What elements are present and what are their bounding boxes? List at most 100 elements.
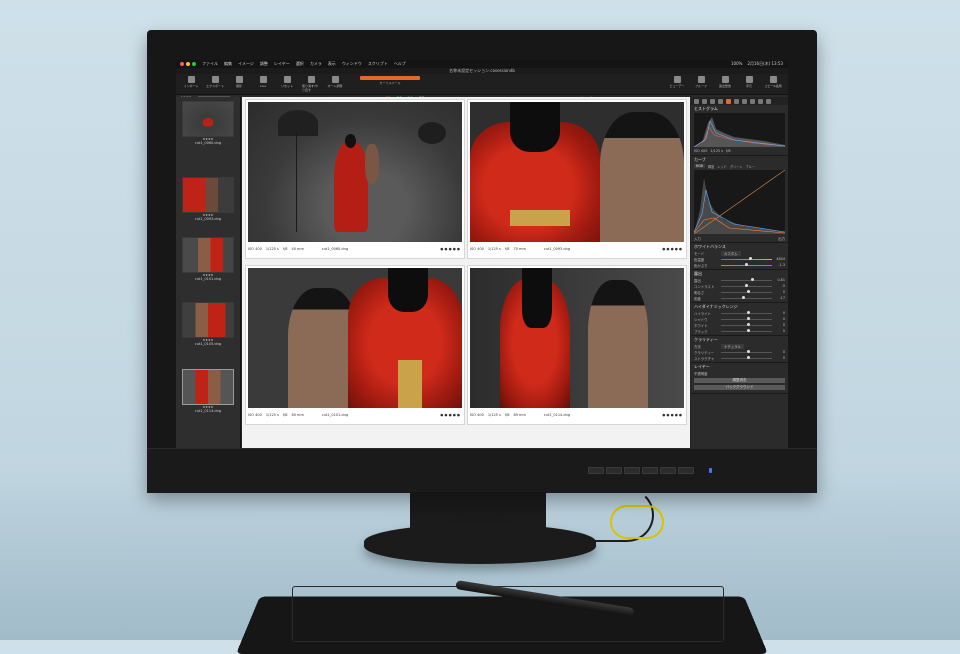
- viewer-button[interactable]: ビューアー: [668, 76, 686, 88]
- shadow-value[interactable]: 0: [775, 317, 785, 321]
- wb-tint-value[interactable]: -1.3: [775, 263, 785, 267]
- import-button[interactable]: インポート: [182, 76, 200, 88]
- brightness-value[interactable]: 0: [775, 290, 785, 294]
- cursor-tools[interactable]: カーソルツール: [350, 76, 430, 85]
- slider-knob[interactable]: [746, 290, 750, 293]
- auto-adjust-button[interactable]: オート調整: [326, 76, 344, 88]
- clarity-method-select[interactable]: ナチュラル: [721, 343, 744, 349]
- exposure-warning-button[interactable]: 露出警告: [716, 76, 734, 88]
- shadow-slider[interactable]: [721, 317, 772, 320]
- slider-knob[interactable]: [746, 350, 750, 353]
- slider-knob[interactable]: [746, 311, 750, 314]
- contrast-value[interactable]: -5: [775, 284, 785, 288]
- wb-kelvin-value[interactable]: 4804: [775, 257, 785, 261]
- thumbnail-selected[interactable]: ★★★★ cut1_0114.dng: [182, 369, 234, 414]
- rating-dots[interactable]: ● ● ● ● ●: [662, 413, 684, 417]
- menu-window[interactable]: ウィンドウ: [342, 61, 362, 67]
- white-value[interactable]: 0: [775, 323, 785, 327]
- details-icon[interactable]: [742, 98, 747, 104]
- menu-adjust[interactable]: 調整: [260, 61, 268, 67]
- output-icon[interactable]: [766, 98, 771, 104]
- thumbnail[interactable]: [182, 101, 234, 137]
- saturation-value[interactable]: -17: [775, 296, 785, 300]
- rating-dots[interactable]: ● ● ● ● ●: [440, 413, 462, 417]
- monitor-button[interactable]: [606, 467, 622, 474]
- exposure-icon[interactable]: [726, 98, 731, 104]
- structure-slider[interactable]: [721, 356, 772, 359]
- power-led[interactable]: [709, 468, 712, 473]
- lens-icon[interactable]: [710, 98, 715, 104]
- white-slider[interactable]: [721, 323, 772, 326]
- minimize-button[interactable]: [186, 62, 190, 66]
- hand-button[interactable]: 手元: [740, 76, 758, 88]
- window-controls[interactable]: [180, 62, 196, 66]
- structure-value[interactable]: 0: [775, 356, 785, 360]
- curve-graph[interactable]: [694, 170, 785, 234]
- clarity-value[interactable]: 0: [775, 350, 785, 354]
- slider-knob[interactable]: [749, 257, 753, 260]
- curve-tab-red[interactable]: レッド: [717, 164, 727, 169]
- wb-kelvin-slider[interactable]: [721, 257, 772, 260]
- thumbnail[interactable]: ★★★★ cut1_0105.dng: [182, 302, 234, 347]
- monitor-button[interactable]: [660, 467, 676, 474]
- metadata-icon[interactable]: [758, 98, 763, 104]
- menu-script[interactable]: スクリプト: [368, 61, 388, 67]
- monitor-button[interactable]: [642, 467, 658, 474]
- slider-knob[interactable]: [746, 317, 750, 320]
- reset-button[interactable]: リセット: [278, 76, 296, 88]
- rating-dots[interactable]: ● ● ● ● ●: [440, 247, 462, 251]
- monitor-button[interactable]: [678, 467, 694, 474]
- thumbnail[interactable]: ★★★★ cut1_0093.dng: [182, 177, 234, 222]
- menu-image[interactable]: イメージ: [238, 61, 254, 67]
- slider-knob[interactable]: [750, 278, 754, 281]
- menu-camera[interactable]: カメラ: [310, 61, 322, 67]
- black-slider[interactable]: [721, 329, 772, 332]
- brightness-slider[interactable]: [721, 290, 772, 293]
- black-value[interactable]: 0: [775, 329, 785, 333]
- capture-icon[interactable]: [702, 98, 707, 104]
- slider-knob[interactable]: [746, 356, 750, 359]
- clarity-slider[interactable]: [721, 350, 772, 353]
- exposure-slider[interactable]: [721, 278, 772, 281]
- viewer-cell[interactable]: ISO 400 1/125 s f/8 40 mm cut1_0060.dng …: [245, 99, 465, 259]
- adjustments-icon[interactable]: [750, 98, 755, 104]
- viewer-cell[interactable]: ISO 400 1/125 s f/8 70 mm cut1_0093.dng …: [467, 99, 687, 259]
- highlight-value[interactable]: 0: [775, 311, 785, 315]
- menu-file[interactable]: ファイル: [202, 61, 218, 67]
- menu-edit[interactable]: 編集: [224, 61, 232, 67]
- thumbnail[interactable]: ★★★★ cut1_0101.dng: [182, 237, 234, 282]
- capture-button[interactable]: 撮影: [230, 76, 248, 88]
- proof-button[interactable]: プルーフ: [692, 76, 710, 88]
- wb-tint-slider[interactable]: [721, 263, 772, 266]
- slider-knob[interactable]: [741, 296, 745, 299]
- copy-apply-button[interactable]: コピー&適用: [764, 76, 782, 88]
- menu-select[interactable]: 選択: [296, 61, 304, 67]
- saturation-slider[interactable]: [721, 296, 772, 299]
- menu-layer[interactable]: レイヤー: [274, 61, 290, 67]
- exposure-value[interactable]: 0.81: [775, 278, 785, 282]
- monitor-button[interactable]: [624, 467, 640, 474]
- export-button[interactable]: エクスポート: [206, 76, 224, 88]
- clear-adjustments-button[interactable]: 調整消去: [694, 378, 785, 383]
- highlight-slider[interactable]: [721, 311, 772, 314]
- thumbnail[interactable]: ★★★★ cut1_0060.dng: [182, 137, 234, 146]
- wb-mode-select[interactable]: カスタム: [721, 250, 741, 256]
- menu-help[interactable]: ヘルプ: [394, 61, 406, 67]
- live-button[interactable]: Live: [254, 76, 272, 88]
- slider-knob[interactable]: [744, 284, 748, 287]
- library-icon[interactable]: [694, 98, 699, 104]
- curve-tab-rgb[interactable]: RGB: [694, 164, 705, 168]
- background-layer[interactable]: バックグラウンド: [694, 385, 785, 390]
- composition-icon[interactable]: [718, 98, 723, 104]
- curve-tab-luma[interactable]: 輝度: [708, 164, 714, 169]
- close-button[interactable]: [180, 62, 184, 66]
- slider-knob[interactable]: [746, 323, 750, 326]
- zoom-button[interactable]: [192, 62, 196, 66]
- contrast-slider[interactable]: [721, 284, 772, 287]
- color-icon[interactable]: [734, 98, 739, 104]
- slider-knob[interactable]: [746, 329, 750, 332]
- curve-tab-blue[interactable]: ブルー: [745, 164, 755, 169]
- rating-dots[interactable]: ● ● ● ● ●: [662, 247, 684, 251]
- curve-tab-green[interactable]: グリーン: [730, 164, 743, 169]
- undo-redo-button[interactable]: 取り消す/やり直す: [302, 76, 320, 92]
